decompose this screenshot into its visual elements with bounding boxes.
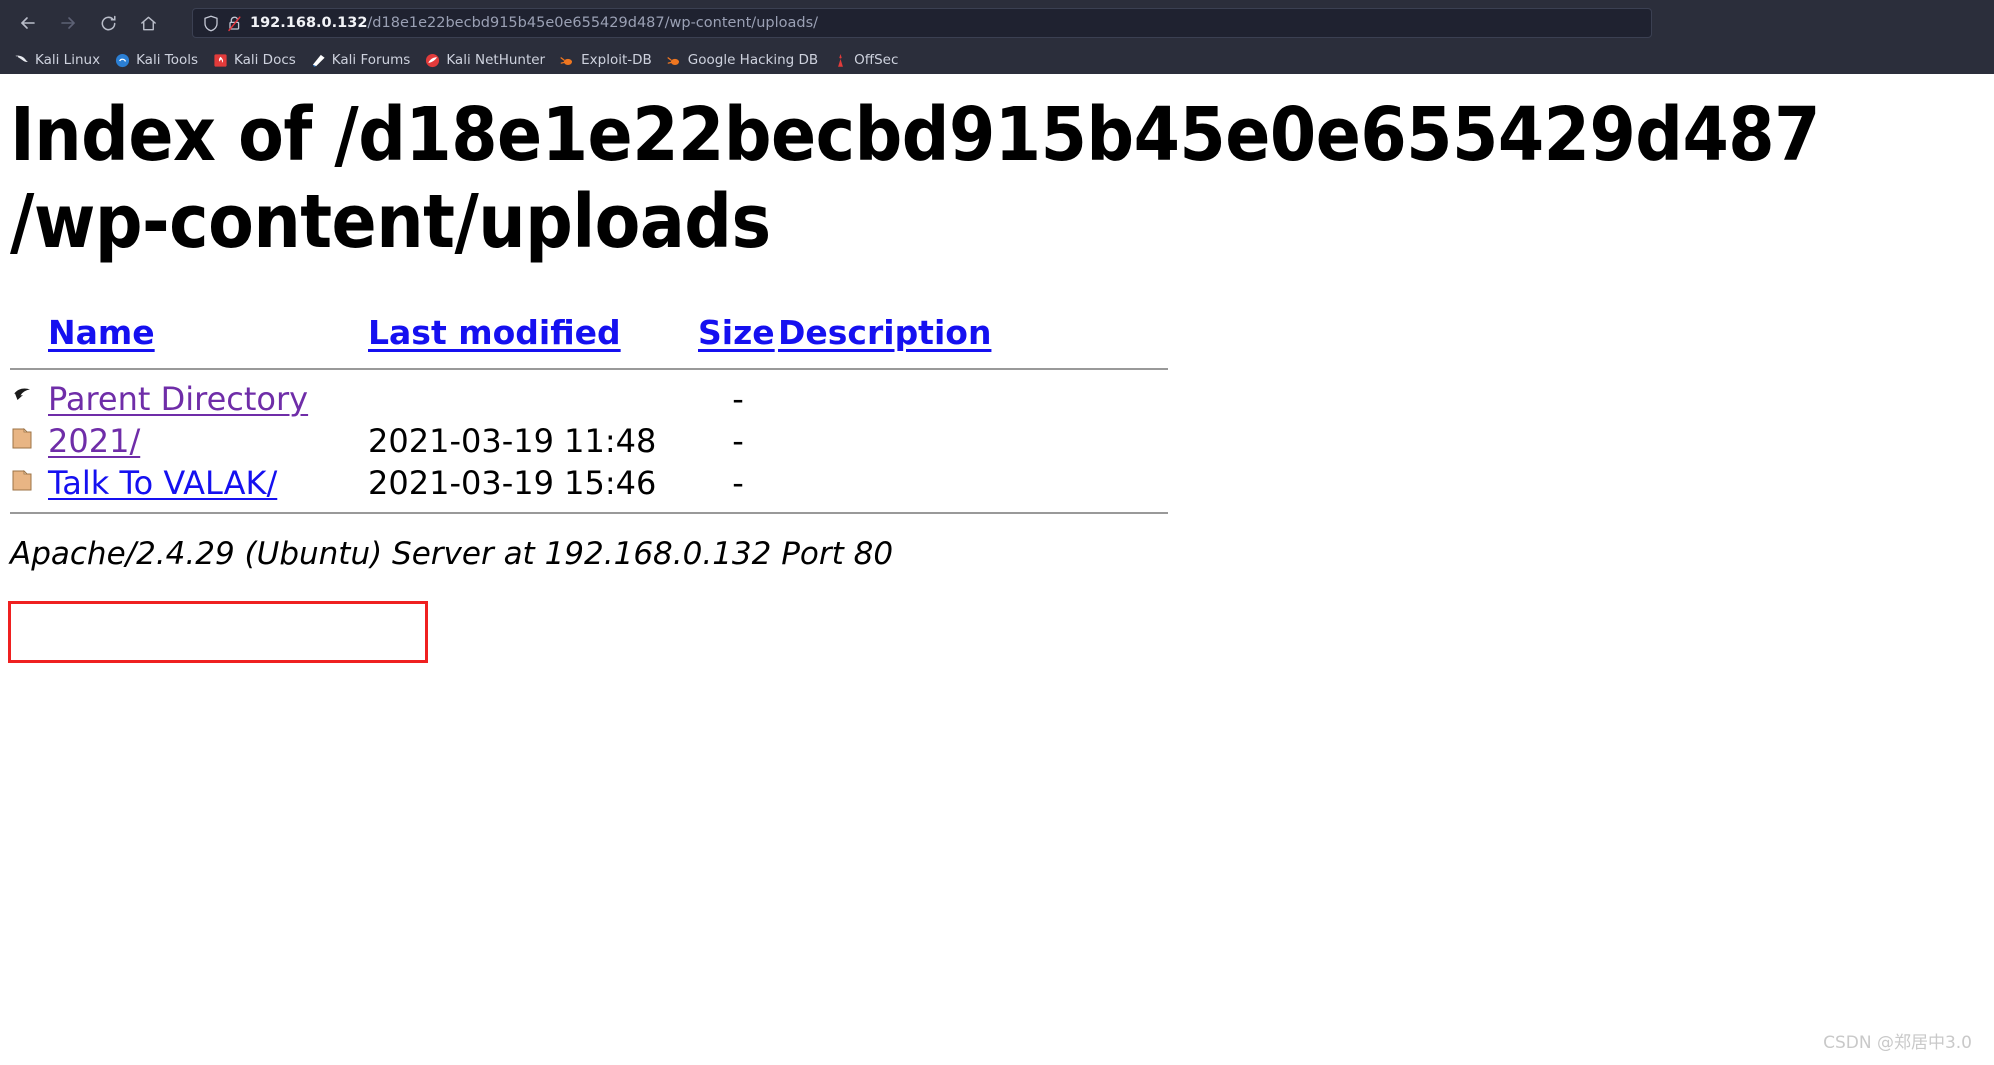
sort-by-last-modified-link[interactable]: Last modified — [368, 313, 621, 352]
bookmark-google-hacking-db[interactable]: Google Hacking DB — [661, 48, 827, 72]
bookmark-kali-forums[interactable]: Kali Forums — [305, 48, 420, 72]
header-name[interactable]: Name — [48, 313, 368, 360]
page-title-line2: /wp-content/uploads — [10, 179, 771, 266]
home-icon — [139, 14, 158, 33]
watermark: CSDN @郑居中3.0 — [1823, 1033, 1972, 1053]
page-title: Index of /d18e1e22becbd915b45e0e655429d4… — [10, 92, 1994, 267]
bookmark-label: Exploit-DB — [581, 52, 652, 68]
divider-line-bottom — [10, 511, 1168, 514]
header-last-modified[interactable]: Last modified — [368, 313, 698, 360]
header-description[interactable]: Description — [778, 313, 1168, 360]
url-host: 192.168.0.132 — [250, 15, 368, 31]
google-hacking-db-icon — [667, 53, 682, 68]
row-icon-cell — [10, 420, 48, 462]
parent-directory-icon — [10, 380, 36, 418]
back-button[interactable] — [10, 7, 46, 39]
offsec-icon — [833, 53, 848, 68]
bookmark-label: Kali NetHunter — [446, 52, 546, 68]
footer-divider-cell — [10, 504, 1168, 522]
url-text: 192.168.0.132/d18e1e22becbd915b45e0e6554… — [250, 15, 818, 31]
bookmark-kali-docs[interactable]: Kali Docs — [207, 48, 305, 72]
bookmark-exploit-db[interactable]: Exploit-DB — [554, 48, 661, 72]
bookmarks-bar: Kali Linux Kali Tools Kali Docs Kali For… — [0, 46, 1994, 74]
header-divider-cell — [10, 360, 1168, 378]
table-row[interactable]: Talk To VALAK/ 2021-03-19 15:46 - — [10, 462, 1168, 504]
sort-by-description-link[interactable]: Description — [778, 313, 991, 352]
row-description-cell — [778, 462, 1168, 504]
navigation-toolbar: 192.168.0.132/d18e1e22becbd915b45e0e6554… — [0, 0, 1994, 46]
shield-icon[interactable] — [203, 15, 219, 32]
folder-icon — [10, 422, 34, 460]
link-parent-directory[interactable]: Parent Directory — [48, 380, 308, 418]
forward-button[interactable] — [50, 7, 86, 39]
home-button[interactable] — [130, 7, 166, 39]
table-row[interactable]: 2021/ 2021-03-19 11:48 - — [10, 420, 1168, 462]
page-title-line1: Index of /d18e1e22becbd915b45e0e655429d4… — [10, 92, 1820, 178]
directory-table: Name Last modified Size Description Pare… — [10, 313, 1168, 522]
row-description-cell — [778, 378, 1168, 420]
url-path: /d18e1e22becbd915b45e0e655429d487/wp-con… — [367, 15, 819, 31]
row-date-cell: 2021-03-19 15:46 — [368, 463, 657, 502]
folder-icon — [10, 464, 34, 502]
row-icon-cell — [10, 462, 48, 504]
header-divider-row — [10, 360, 1168, 378]
row-name-cell[interactable]: 2021/ — [48, 420, 368, 462]
row-name-cell[interactable]: Parent Directory — [48, 378, 368, 420]
row-date-cell — [368, 378, 698, 420]
row-size-cell: - — [732, 463, 744, 502]
bookmark-kali-nethunter[interactable]: Kali NetHunter — [419, 48, 554, 72]
bookmark-kali-linux[interactable]: Kali Linux — [8, 48, 109, 72]
row-date-cell: 2021-03-19 11:48 — [368, 421, 657, 460]
footer-divider-row — [10, 504, 1168, 522]
forward-arrow-icon — [58, 13, 78, 33]
kali-nethunter-icon — [425, 53, 440, 68]
sort-by-name-link[interactable]: Name — [48, 313, 155, 352]
row-icon-cell — [10, 378, 48, 420]
header-icon-column — [10, 313, 48, 360]
bookmark-label: OffSec — [854, 52, 899, 68]
bookmark-label: Kali Forums — [331, 52, 411, 68]
kali-tools-icon — [115, 53, 130, 68]
browser-chrome: 192.168.0.132/d18e1e22becbd915b45e0e6554… — [0, 0, 1994, 74]
exploit-db-icon — [560, 53, 575, 68]
bookmark-label: Kali Tools — [136, 52, 198, 68]
row-description-cell — [778, 420, 1168, 462]
server-signature: Apache/2.4.29 (Ubuntu) Server at 192.168… — [10, 535, 894, 572]
link-2021-directory[interactable]: 2021/ — [48, 422, 140, 460]
annotation-highlight-box — [8, 601, 428, 663]
header-size[interactable]: Size — [698, 313, 778, 360]
directory-table-body: Parent Directory - 2021/ 2021-03-19 11:4… — [10, 378, 1168, 522]
kali-dragon-icon — [14, 53, 29, 68]
kali-forums-icon — [311, 53, 326, 68]
page-content: Index of /d18e1e22becbd915b45e0e655429d4… — [0, 74, 1994, 1065]
table-header-row: Name Last modified Size Description — [10, 313, 1168, 360]
bookmark-offsec[interactable]: OffSec — [827, 48, 907, 72]
address-bar[interactable]: 192.168.0.132/d18e1e22becbd915b45e0e6554… — [192, 8, 1652, 38]
divider-line-top — [10, 367, 1168, 370]
reload-button[interactable] — [90, 7, 126, 39]
row-name-cell[interactable]: Talk To VALAK/ — [48, 462, 368, 504]
broken-lock-icon[interactable] — [227, 15, 242, 32]
link-talk-to-valak-directory[interactable]: Talk To VALAK/ — [48, 464, 277, 502]
table-row[interactable]: Parent Directory - — [10, 378, 1168, 420]
bookmark-label: Kali Linux — [35, 52, 101, 68]
bookmark-label: Kali Docs — [234, 52, 296, 68]
row-size-cell: - — [732, 379, 744, 418]
back-arrow-icon — [18, 13, 38, 33]
bookmark-label: Google Hacking DB — [687, 52, 819, 68]
directory-listing: Name Last modified Size Description Pare… — [10, 313, 1994, 572]
reload-icon — [99, 14, 118, 33]
bookmark-kali-tools[interactable]: Kali Tools — [109, 48, 207, 72]
kali-docs-icon — [213, 53, 228, 68]
sort-by-size-link[interactable]: Size — [698, 313, 775, 352]
row-size-cell: - — [732, 421, 744, 460]
